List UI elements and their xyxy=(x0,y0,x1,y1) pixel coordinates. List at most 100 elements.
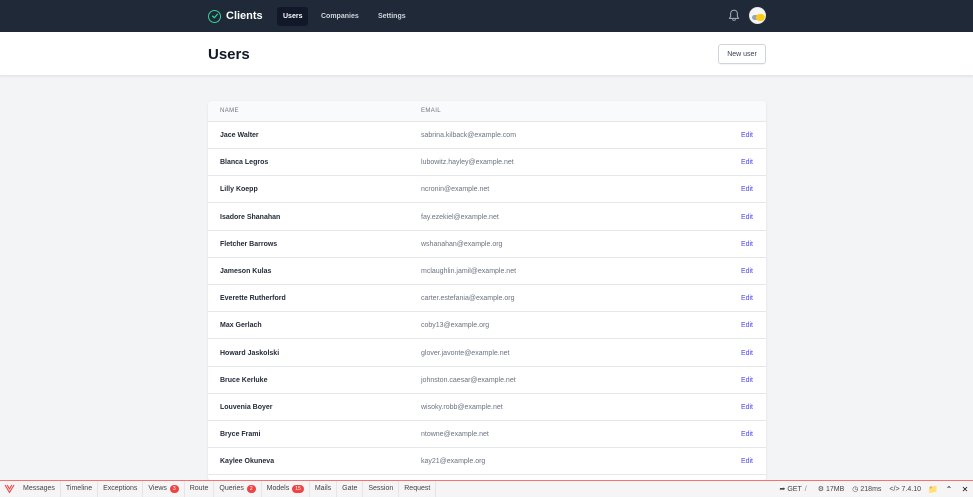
debug-tab-label: Exceptions xyxy=(103,485,138,492)
request-method[interactable]: ➦ GET / xyxy=(775,481,813,497)
nav-link-users[interactable]: Users xyxy=(277,7,309,26)
debug-tab-label: Mails xyxy=(314,485,332,492)
user-email: wisoky.robb@example.net xyxy=(421,404,503,411)
table-row: Howard Jaskolski glover.javonte@example.n… xyxy=(208,340,766,367)
table-row: Blanca Legros lubowitz.hayley@example.net… xyxy=(208,149,766,177)
table-row: Kaylee Okuneva kay21@example.org Edit xyxy=(208,448,766,476)
edit-link[interactable]: Edit xyxy=(741,322,753,329)
user-email: sabrina.kilback@example.com xyxy=(421,132,517,139)
debug-tab-badge: 3 xyxy=(169,484,179,493)
debug-tab-exceptions[interactable]: Exceptions xyxy=(98,480,144,497)
user-email: carter.estefania@example.org xyxy=(421,295,515,303)
page-title: Users xyxy=(208,46,250,63)
table-row: Louvenia Boyer wisoky.robb@example.net Edi… xyxy=(208,394,766,421)
debug-tab-label: Gate xyxy=(342,485,358,492)
user-name: Bruce Kerluke xyxy=(220,376,268,384)
debug-tab-messages[interactable]: Messages xyxy=(18,480,61,497)
nav-link-companies[interactable]: Companies xyxy=(315,7,365,26)
folder-icon[interactable]: 📁 xyxy=(925,481,941,497)
user-email: kay21@example.org xyxy=(421,458,486,466)
clock-icon: ◷ xyxy=(852,486,859,493)
debug-tab-timeline[interactable]: Timeline xyxy=(61,480,99,497)
user-email: johnston.caesar@example.net xyxy=(421,376,516,384)
user-email: ncronin@example.net xyxy=(421,186,490,194)
new-user-button[interactable]: New user xyxy=(718,44,766,64)
php-version: </> 7.4.10 xyxy=(889,485,921,493)
memory-usage[interactable]: ⚙ 17MB xyxy=(814,481,849,497)
edit-link[interactable]: Edit xyxy=(741,377,753,384)
check-circle-icon xyxy=(208,9,221,23)
users-table: NAME EMAIL Jace Walter sabrina.kilback@ex… xyxy=(208,101,766,481)
share-icon: ➦ xyxy=(779,486,786,493)
table-row: Bryce Frami ntowne@example.net Edit xyxy=(208,421,766,449)
user-name: Fletcher Barrows xyxy=(220,240,278,248)
edit-link[interactable]: Edit xyxy=(741,186,753,193)
debug-tab-request[interactable]: Request xyxy=(399,480,437,497)
edit-link[interactable]: Edit xyxy=(741,214,753,221)
debug-tab-label: Models xyxy=(266,485,290,492)
user-name: Howard Jaskolski xyxy=(220,349,280,357)
user-name: Kaylee Okuneva xyxy=(220,458,275,466)
debug-tab-label: Queries xyxy=(219,485,244,492)
edit-link[interactable]: Edit xyxy=(741,295,753,302)
code-icon: </> xyxy=(889,485,900,493)
debugbar-logo-icon[interactable] xyxy=(0,481,18,497)
user-email: coby13@example.org xyxy=(421,322,490,330)
user-name: Louvenia Boyer xyxy=(220,404,273,411)
debug-tab-badge: 2 xyxy=(246,484,256,493)
table-row: Everette Rutherford carter.estefania@exam… xyxy=(208,285,766,313)
user-name: Everette Rutherford xyxy=(220,295,286,303)
edit-link[interactable]: Edit xyxy=(741,431,753,438)
table-row: Max Gerlach coby13@example.org Edit xyxy=(208,312,766,340)
user-name: Jameson Kulas xyxy=(220,268,272,275)
table-row: Lilly Koepp ncronin@example.net Edit xyxy=(208,176,766,204)
debug-tab-mails[interactable]: Mails xyxy=(310,480,338,497)
edit-link[interactable]: Edit xyxy=(741,458,753,465)
debug-tab-queries[interactable]: Queries 2 xyxy=(214,480,262,497)
avatar[interactable] xyxy=(749,7,766,24)
bell-icon[interactable] xyxy=(728,9,740,22)
user-email: mclaughlin.jamil@example.net xyxy=(421,268,517,275)
debug-tab-gate[interactable]: Gate xyxy=(337,480,364,497)
debug-status: ➦ GET / ⚙ 17MB ◷ 218ms </> 7.4.10 📁 ⌃ ✕ xyxy=(775,481,973,497)
user-name: Blanca Legros xyxy=(220,159,269,167)
edit-link[interactable]: Edit xyxy=(741,268,753,275)
user-name: Bryce Frami xyxy=(220,431,261,439)
nav-link-settings[interactable]: Settings xyxy=(372,7,412,26)
debug-tab-session[interactable]: Session xyxy=(363,480,400,497)
brand[interactable]: Clients xyxy=(208,8,263,24)
debug-tab-models[interactable]: Models 15 xyxy=(262,480,310,497)
close-icon[interactable]: ✕ xyxy=(957,481,973,497)
debug-tab-label: Request xyxy=(404,485,431,492)
debug-bar: Messages Timeline Exceptions Views 3 Route Que… xyxy=(0,480,973,497)
debug-tab-route[interactable]: Route xyxy=(185,480,215,497)
user-email: fay.ezekiel@example.net xyxy=(421,213,499,221)
user-name: Isadore Shanahan xyxy=(220,213,281,221)
debug-tab-label: Views xyxy=(148,485,167,492)
top-nav: Clients Users Companies Settings xyxy=(0,0,973,32)
page-header: Users New user xyxy=(0,32,973,76)
user-email: lubowitz.hayley@example.net xyxy=(421,159,514,167)
user-name: Jace Walter xyxy=(220,132,259,139)
debug-tab-label: Route xyxy=(189,485,209,492)
edit-link[interactable]: Edit xyxy=(741,350,753,357)
user-name: Lilly Koepp xyxy=(220,186,258,194)
edit-link[interactable]: Edit xyxy=(741,404,753,411)
table-header: NAME EMAIL xyxy=(208,101,766,122)
column-header-email: EMAIL xyxy=(421,108,442,114)
edit-link[interactable]: Edit xyxy=(741,241,753,248)
brand-name: Clients xyxy=(226,10,263,22)
table-row: Jace Walter sabrina.kilback@example.com Ed… xyxy=(208,122,766,149)
user-email: ntowne@example.net xyxy=(421,431,489,439)
debug-tabs: Messages Timeline Exceptions Views 3 Route Que… xyxy=(18,480,437,497)
request-duration[interactable]: ◷ 218ms xyxy=(848,481,885,497)
table-row: Isadore Shanahan fay.ezekiel@example.net E… xyxy=(208,204,766,231)
debug-tab-label: Messages xyxy=(23,485,55,492)
edit-link[interactable]: Edit xyxy=(741,159,753,166)
table-row: Jameson Kulas mclaughlin.jamil@example.ne… xyxy=(208,258,766,285)
debug-tab-views[interactable]: Views 3 xyxy=(143,480,185,497)
edit-link[interactable]: Edit xyxy=(741,132,753,139)
column-header-name: NAME xyxy=(220,108,239,114)
chevron-up-icon[interactable]: ⌃ xyxy=(941,481,957,497)
cogs-icon: ⚙ xyxy=(817,486,824,493)
